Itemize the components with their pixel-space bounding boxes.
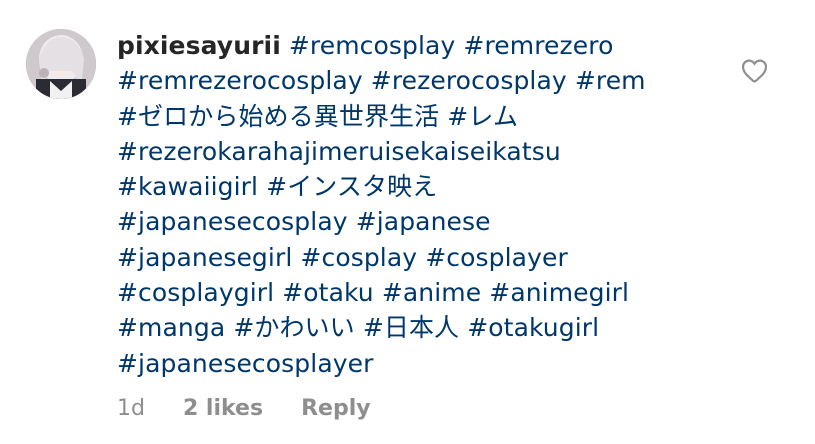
hashtag-link[interactable]: #japanesegirl (117, 243, 292, 272)
hashtag-link[interactable]: #remrezerocosplay (117, 66, 363, 95)
hashtag-line: #ゼロから始める異世界生活 #レム (117, 99, 727, 134)
hashtag-link[interactable]: #remcosplay (289, 31, 456, 60)
avatar-image (26, 29, 96, 99)
heart-outline-icon[interactable] (741, 59, 768, 83)
avatar[interactable] (26, 29, 96, 99)
hashtag-line: #japanesecosplay #japanese (117, 204, 727, 239)
hashtag-line: #kawaiigirl #インスタ映え (117, 169, 727, 204)
comment-timestamp: 1d (117, 396, 145, 421)
likes-count-button[interactable]: 2 likes (183, 396, 263, 421)
hashtag-line: #japanesecosplayer (117, 346, 727, 381)
hashtag-line: #japanesegirl #cosplay #cosplayer (117, 240, 727, 275)
username-link[interactable]: pixiesayurii (117, 31, 281, 60)
hashtag-link[interactable]: #otaku (282, 278, 374, 307)
hashtag-link[interactable]: #日本人 (363, 313, 459, 342)
hashtag-link[interactable]: #cosplayer (425, 243, 568, 272)
hashtag-link[interactable]: #rezerokarahajimeruisekaiseikatsu (117, 137, 561, 166)
hashtag-link[interactable]: #japanesecosplay (117, 207, 348, 236)
hashtag-link[interactable]: #japanese (356, 207, 491, 236)
hashtag-link[interactable]: #animegirl (489, 278, 629, 307)
hashtag-link[interactable]: #かわいい (233, 313, 354, 342)
hashtag-line: #manga #かわいい #日本人 #otakugirl (117, 310, 727, 345)
hashtag-link[interactable]: #インスタ映え (266, 172, 437, 201)
hashtag-link[interactable]: #rezerocosplay (371, 66, 567, 95)
hashtag-link[interactable]: #kawaiigirl (117, 172, 258, 201)
hashtag-link[interactable]: #manga (117, 313, 225, 342)
hashtag-link[interactable]: #ゼロから始める異世界生活 (117, 102, 439, 131)
hashtag-line: #cosplaygirl #otaku #anime #animegirl (117, 275, 727, 310)
comment-meta: 1d 2 likes Reply (117, 396, 371, 421)
comment-text: pixiesayurii #remcosplay #remrezero #remr… (117, 28, 727, 381)
hashtag-link[interactable]: #otakugirl (467, 313, 599, 342)
hashtag-link[interactable]: #cosplaygirl (117, 278, 274, 307)
reply-button[interactable]: Reply (301, 396, 371, 421)
hashtag-link[interactable]: #レム (447, 102, 518, 131)
hashtag-line: #remrezerocosplay #rezerocosplay #rem (117, 63, 727, 98)
hashtag-link[interactable]: #japanesecosplayer (117, 349, 374, 378)
comment: pixiesayurii #remcosplay #remrezero #remr… (0, 0, 815, 444)
hashtag-link[interactable]: #cosplay (300, 243, 417, 272)
hashtag-link[interactable]: #remrezero (463, 31, 613, 60)
hashtag-link[interactable]: #rem (575, 66, 646, 95)
hashtag-link[interactable]: #anime (382, 278, 481, 307)
hashtag-line: #rezerokarahajimeruisekaiseikatsu (117, 134, 727, 169)
